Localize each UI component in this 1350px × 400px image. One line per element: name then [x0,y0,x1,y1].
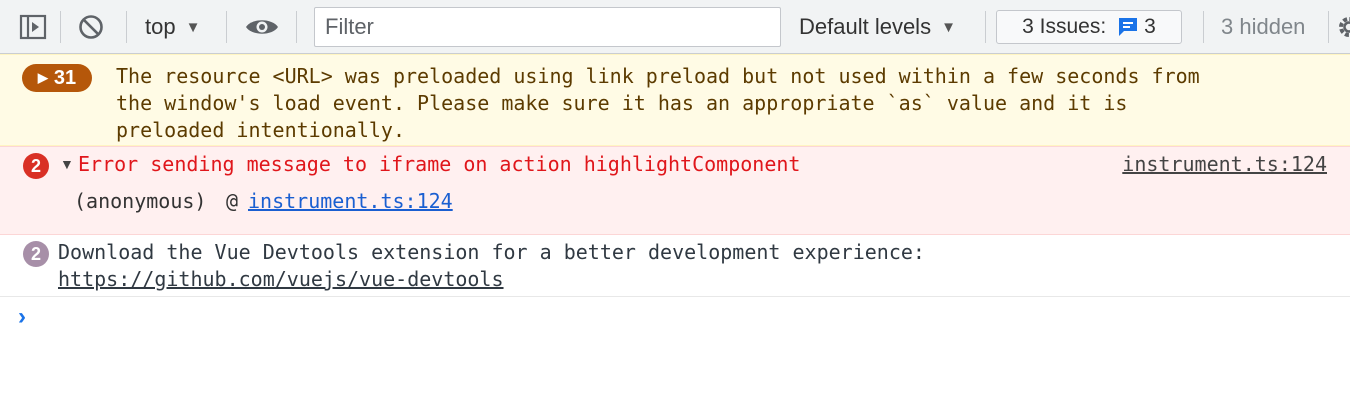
filter-input[interactable] [314,7,781,47]
toolbar-separator [985,11,986,43]
hidden-label: 3 hidden [1221,14,1306,39]
gear-icon [1339,17,1350,37]
expand-triangle-icon: ▶ [37,70,48,85]
log-levels-label: Default levels [799,14,932,39]
log-levels-dropdown[interactable]: Default levels ▼ [799,0,956,54]
stack-at-sign: @ [226,189,239,213]
eye-icon [246,20,278,34]
issues-label: 3 Issues: [1022,15,1107,38]
stack-source-link[interactable]: instrument.ts:124 [248,189,453,213]
context-selector[interactable]: top ▼ [145,0,200,54]
toolbar-separator [296,11,297,43]
hidden-messages-count: 3 hidden [1221,0,1305,54]
live-expression-button[interactable] [244,0,280,54]
sidebar-toggle-button[interactable] [18,0,48,54]
error-source-link[interactable]: instrument.ts:124 [1122,152,1327,176]
clear-console-button[interactable] [77,0,105,54]
console-error-message: 2 ▼ Error sending message to iframe on a… [0,146,1350,235]
toolbar-separator [1203,11,1204,43]
clear-icon [79,15,103,39]
error-text: Error sending message to iframe on actio… [78,152,801,176]
issues-count: 3 [1144,15,1156,38]
sidebar-toggle-icon [19,14,47,40]
toolbar-separator [226,11,227,43]
toolbar-separator [60,11,61,43]
info-repeat-badge: 2 [23,241,49,267]
toolbar-separator [1328,11,1329,43]
dropdown-arrow-icon: ▼ [185,18,201,36]
collapse-triangle-icon[interactable]: ▼ [60,156,74,172]
vue-devtools-link[interactable]: https://github.com/vuejs/vue-devtools [58,267,504,291]
prompt-chevron-icon: › [18,303,26,330]
console-prompt[interactable]: › [0,297,1350,400]
toolbar-separator [126,11,127,43]
error-repeat-badge: 2 [23,153,49,179]
console-settings-button[interactable] [1336,0,1350,54]
warning-repeat-badge[interactable]: ▶ 31 [22,64,92,92]
issues-button[interactable]: 3 Issues: 3 [996,10,1182,44]
console-info-message: 2 Download the Vue Devtools extension fo… [0,235,1350,297]
console-toolbar: top ▼ Default levels ▼ 3 Issues: 3 3 hid… [0,0,1350,54]
warning-text: The resource <URL> was preloaded using l… [116,64,1200,142]
console-warning-message: ▶ 31 The resource <URL> was preloaded us… [0,54,1350,146]
context-label: top [145,14,176,39]
stack-function-name: (anonymous) [74,189,207,213]
issues-message-icon [1119,18,1138,36]
info-text: Download the Vue Devtools extension for … [58,240,925,264]
warning-count: 31 [53,66,77,89]
dropdown-arrow-icon: ▼ [941,18,956,36]
